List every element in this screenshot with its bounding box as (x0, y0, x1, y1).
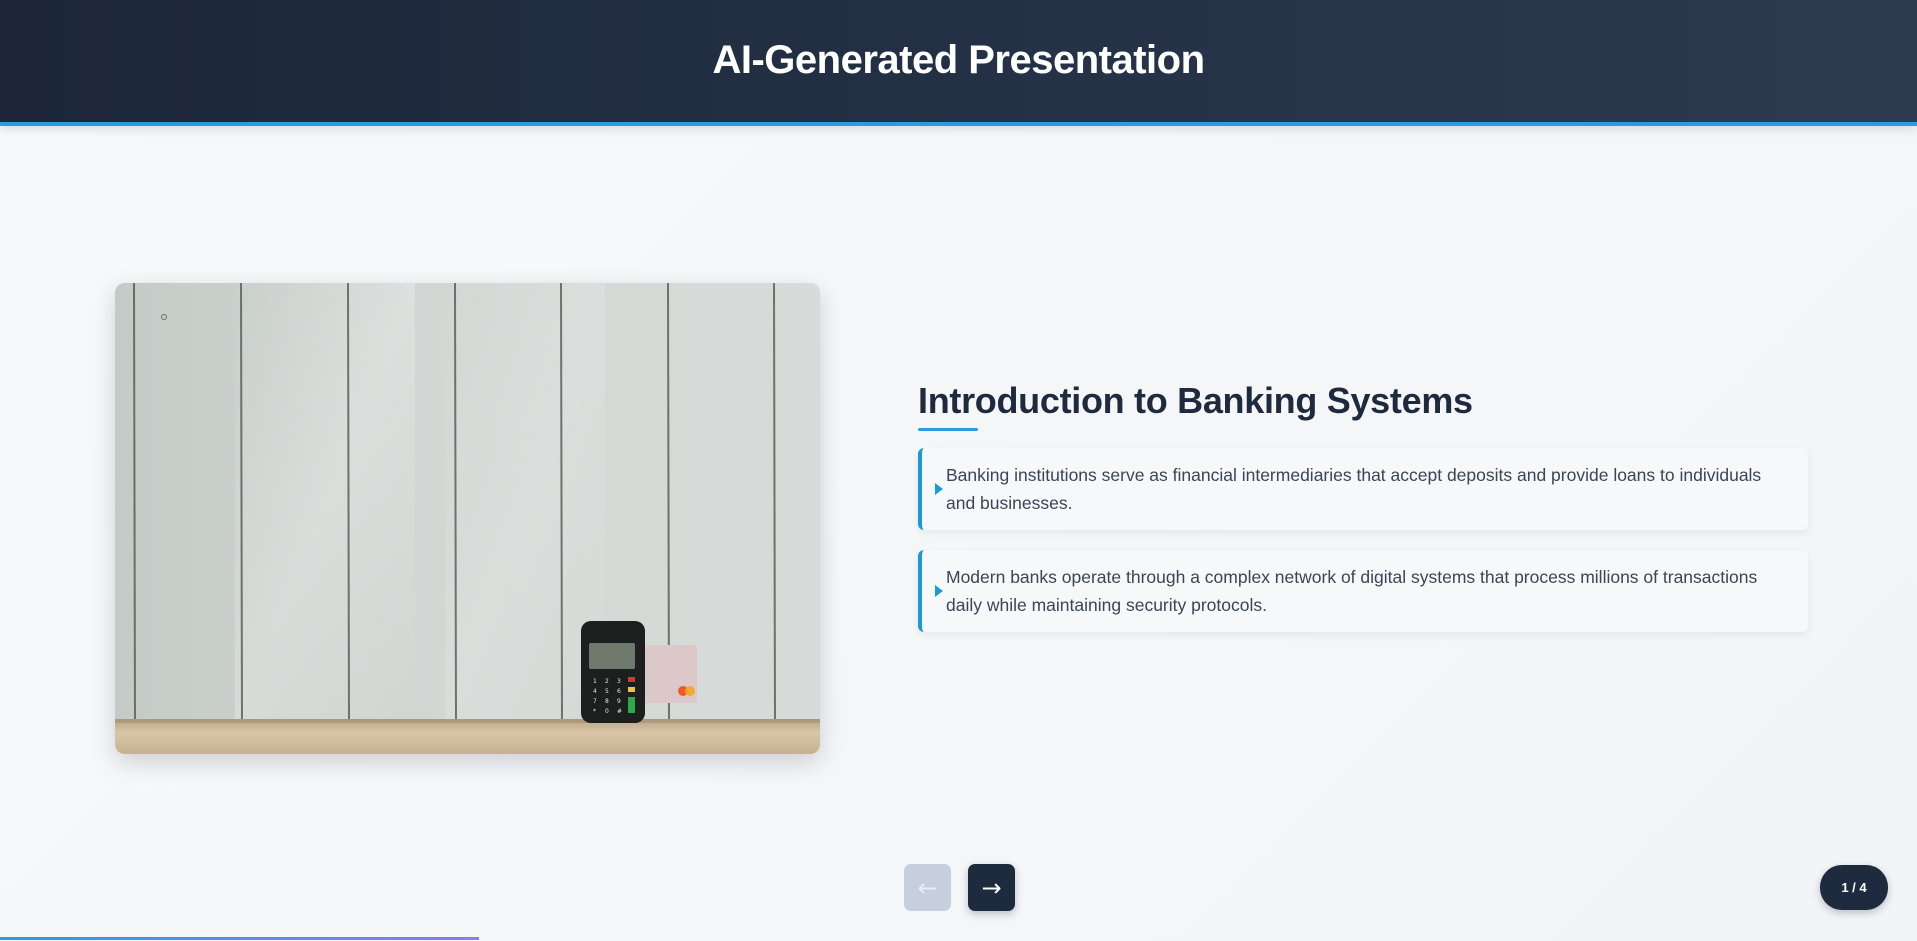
svg-text:2: 2 (605, 678, 609, 685)
arrow-right-icon: → (981, 873, 1002, 902)
slide-image: 1 2 3 4 5 6 7 8 9 * 0 # (115, 283, 820, 754)
triangle-right-bullet-icon (935, 585, 943, 597)
svg-text:3: 3 (617, 678, 621, 685)
svg-text:4: 4 (593, 688, 597, 695)
svg-text:1: 1 (593, 678, 597, 685)
svg-text:9: 9 (617, 698, 621, 705)
svg-text:6: 6 (617, 688, 621, 695)
bullet-text-2: Modern banks operate through a complex n… (946, 567, 1758, 615)
title-underline (918, 428, 978, 431)
bullet-point-2: Modern banks operate through a complex n… (918, 550, 1808, 632)
bullet-text-1: Banking institutions serve as financial … (946, 465, 1762, 513)
bullet-point-1: Banking institutions serve as financial … (918, 448, 1808, 530)
slide-content: Introduction to Banking Systems Banking … (918, 378, 1808, 652)
progress-bar (0, 937, 1917, 941)
svg-text:#: # (617, 708, 622, 715)
arrow-left-icon: ← (917, 873, 938, 902)
svg-text:5: 5 (605, 688, 609, 695)
presentation-title: AI-Generated Presentation (712, 37, 1205, 82)
svg-text:7: 7 (593, 698, 597, 705)
previous-slide-button[interactable]: ← (904, 864, 951, 911)
svg-text:*: * (593, 708, 596, 715)
progress-bar-fill (0, 937, 480, 940)
slide-title: Introduction to Banking Systems (918, 380, 1473, 421)
svg-text:8: 8 (605, 698, 609, 705)
presentation-header: AI-Generated Presentation (0, 0, 1917, 126)
slide-counter-text: 1 / 4 (1841, 880, 1867, 895)
slide-counter: 1 / 4 (1820, 865, 1888, 910)
triangle-right-bullet-icon (935, 483, 943, 495)
svg-text:0: 0 (605, 708, 609, 715)
next-slide-button[interactable]: → (968, 864, 1015, 911)
